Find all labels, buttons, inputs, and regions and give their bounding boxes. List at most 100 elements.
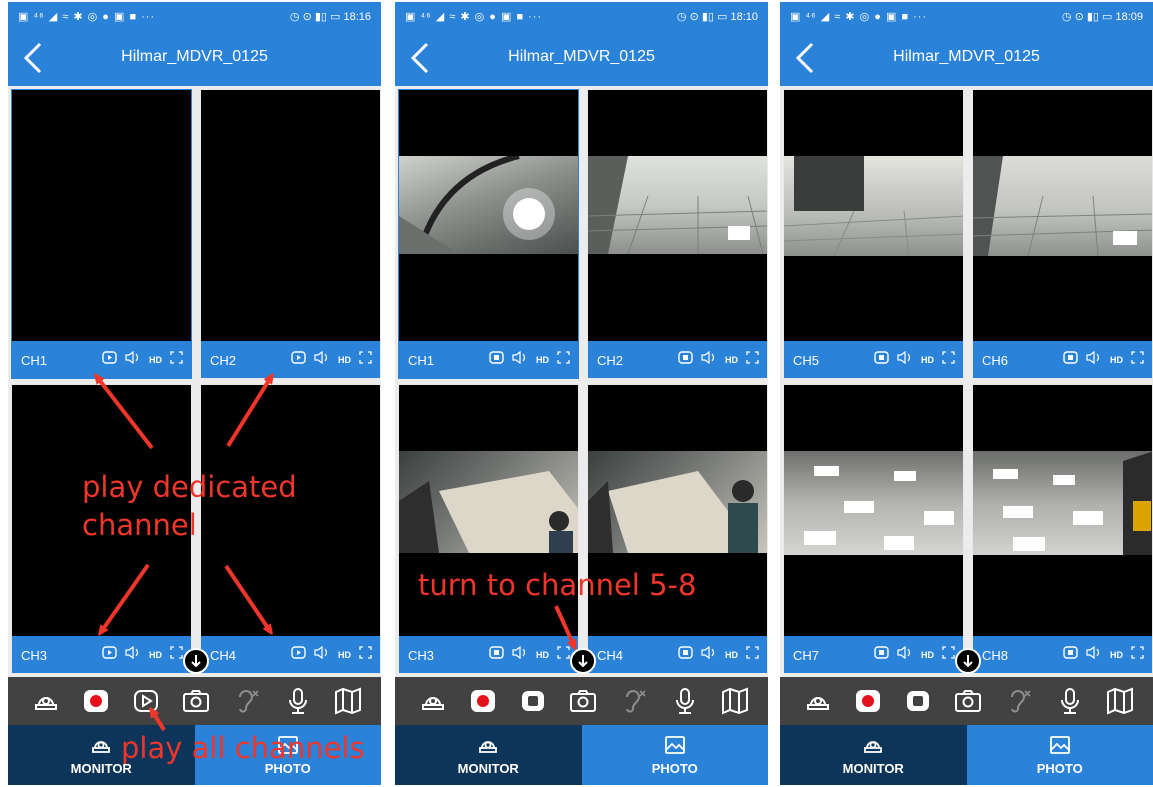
record-icon[interactable] bbox=[467, 685, 499, 717]
channel-cell-ch1[interactable]: CH1 HD bbox=[398, 89, 579, 379]
camera-dome-icon[interactable] bbox=[30, 685, 62, 717]
map-icon[interactable] bbox=[332, 685, 364, 717]
next-page-button[interactable] bbox=[955, 648, 981, 674]
channel-cell-ch2[interactable]: CH2 HD bbox=[200, 89, 381, 379]
hd-toggle[interactable]: HD bbox=[536, 355, 549, 365]
play-icon[interactable] bbox=[291, 351, 306, 369]
fullscreen-icon[interactable] bbox=[746, 351, 759, 369]
play-icon[interactable] bbox=[291, 646, 306, 664]
hd-toggle[interactable]: HD bbox=[338, 355, 351, 365]
stop-icon[interactable] bbox=[874, 646, 889, 664]
channel-label: CH6 bbox=[982, 353, 1009, 368]
snapshot-icon[interactable] bbox=[952, 685, 984, 717]
tab-monitor[interactable]: MONITOR bbox=[780, 725, 967, 785]
map-icon[interactable] bbox=[1104, 685, 1136, 717]
snapshot-icon[interactable] bbox=[180, 685, 212, 717]
stop-icon[interactable] bbox=[678, 646, 693, 664]
phone-screen-3: ▣ ⁴⁶ ◢ ≈ ✱ ◎ ● ▣ ■ ··· ◷ ⊙ ▮▯ ▭ 18:09 Hi… bbox=[780, 2, 1153, 785]
fullscreen-icon[interactable] bbox=[942, 646, 955, 664]
channel-cell-ch8[interactable]: CH8 HD bbox=[972, 384, 1153, 674]
fullscreen-icon[interactable] bbox=[557, 646, 570, 664]
stop-icon[interactable] bbox=[489, 646, 504, 664]
microphone-icon[interactable] bbox=[282, 685, 314, 717]
stop-icon[interactable] bbox=[1063, 351, 1078, 369]
speaker-icon[interactable] bbox=[512, 350, 528, 369]
channel-cell-ch7[interactable]: CH7 HD bbox=[783, 384, 964, 674]
snapshot-icon[interactable] bbox=[567, 685, 599, 717]
annotation-play-all: play all channels bbox=[121, 731, 365, 765]
channel-cell-ch4[interactable]: CH4 HD bbox=[587, 384, 768, 674]
fullscreen-icon[interactable] bbox=[1131, 351, 1144, 369]
fullscreen-icon[interactable] bbox=[557, 351, 570, 369]
fullscreen-icon[interactable] bbox=[359, 351, 372, 369]
listen-off-icon[interactable] bbox=[617, 685, 649, 717]
stop-icon[interactable] bbox=[678, 351, 693, 369]
stop-icon[interactable] bbox=[1063, 646, 1078, 664]
channel-control-bar: CH3 HD bbox=[12, 636, 191, 673]
channel-cell-ch4[interactable]: CH4 HD bbox=[200, 384, 381, 674]
play-all-icon[interactable] bbox=[130, 685, 162, 717]
next-page-button[interactable] bbox=[570, 648, 596, 674]
record-icon[interactable] bbox=[80, 685, 112, 717]
channel-cell-ch3[interactable]: CH3 HD bbox=[398, 384, 579, 674]
hd-toggle[interactable]: HD bbox=[921, 355, 934, 365]
speaker-icon[interactable] bbox=[1086, 645, 1102, 664]
stop-all-icon[interactable] bbox=[902, 685, 934, 717]
speaker-icon[interactable] bbox=[701, 350, 717, 369]
play-icon[interactable] bbox=[102, 351, 117, 369]
next-page-button[interactable] bbox=[183, 648, 209, 674]
fullscreen-icon[interactable] bbox=[170, 351, 183, 369]
speaker-icon[interactable] bbox=[125, 645, 141, 664]
hd-toggle[interactable]: HD bbox=[149, 650, 162, 660]
microphone-icon[interactable] bbox=[669, 685, 701, 717]
speaker-icon[interactable] bbox=[512, 645, 528, 664]
channel-cell-ch1[interactable]: CH1 HD bbox=[11, 89, 192, 379]
stop-all-icon[interactable] bbox=[517, 685, 549, 717]
hd-toggle[interactable]: HD bbox=[725, 355, 738, 365]
listen-off-icon[interactable] bbox=[230, 685, 262, 717]
speaker-icon[interactable] bbox=[314, 350, 330, 369]
microphone-icon[interactable] bbox=[1054, 685, 1086, 717]
fullscreen-icon[interactable] bbox=[1131, 646, 1144, 664]
header: Hilmar_MDVR_0125 bbox=[780, 30, 1153, 86]
camera-dome-icon[interactable] bbox=[417, 685, 449, 717]
camera-dome-icon[interactable] bbox=[802, 685, 834, 717]
channel-control-bar: CH1 HD bbox=[12, 341, 191, 378]
fullscreen-icon[interactable] bbox=[942, 351, 955, 369]
hd-toggle[interactable]: HD bbox=[149, 355, 162, 365]
speaker-icon[interactable] bbox=[897, 645, 913, 664]
speaker-icon[interactable] bbox=[1086, 350, 1102, 369]
tab-photo[interactable]: PHOTO bbox=[581, 725, 768, 785]
camera-dome-icon bbox=[864, 741, 883, 753]
stop-icon[interactable] bbox=[489, 351, 504, 369]
channel-cell-ch2[interactable]: CH2 HD bbox=[587, 89, 768, 379]
play-icon[interactable] bbox=[102, 646, 117, 664]
speaker-icon[interactable] bbox=[701, 645, 717, 664]
speaker-icon[interactable] bbox=[314, 645, 330, 664]
hd-toggle[interactable]: HD bbox=[921, 650, 934, 660]
hd-toggle[interactable]: HD bbox=[536, 650, 549, 660]
status-icons: ▣ ⁴⁶ ◢ ≈ ✱ ◎ ● ▣ ■ ··· bbox=[405, 11, 543, 23]
fullscreen-icon[interactable] bbox=[359, 646, 372, 664]
fullscreen-icon[interactable] bbox=[170, 646, 183, 664]
speaker-icon[interactable] bbox=[897, 350, 913, 369]
hd-toggle[interactable]: HD bbox=[338, 650, 351, 660]
hd-toggle[interactable]: HD bbox=[1110, 355, 1123, 365]
toolbar bbox=[780, 677, 1153, 725]
map-icon[interactable] bbox=[719, 685, 751, 717]
bottom-navigation: MONITOR PHOTO bbox=[395, 725, 768, 785]
stop-icon[interactable] bbox=[874, 351, 889, 369]
listen-off-icon[interactable] bbox=[1002, 685, 1034, 717]
hd-toggle[interactable]: HD bbox=[1110, 650, 1123, 660]
fullscreen-icon[interactable] bbox=[746, 646, 759, 664]
tab-monitor[interactable]: MONITOR bbox=[395, 725, 582, 785]
tab-photo-label: PHOTO bbox=[1036, 761, 1083, 776]
speaker-icon[interactable] bbox=[125, 350, 141, 369]
hd-toggle[interactable]: HD bbox=[725, 650, 738, 660]
status-bar: ▣ ⁴⁶ ◢ ≈ ✱ ◎ ● ▣ ■ ··· ◷ ⊙ ▮▯ ▭ 18:09 bbox=[780, 2, 1153, 30]
tab-photo[interactable]: PHOTO bbox=[966, 725, 1153, 785]
channel-cell-ch5[interactable]: CH5 HD bbox=[783, 89, 964, 379]
channel-cell-ch6[interactable]: CH6 HD bbox=[972, 89, 1153, 379]
record-icon[interactable] bbox=[852, 685, 884, 717]
phone-screen-2: ▣ ⁴⁶ ◢ ≈ ✱ ◎ ● ▣ ■ ··· ◷ ⊙ ▮▯ ▭ 18:10 Hi… bbox=[395, 2, 768, 785]
